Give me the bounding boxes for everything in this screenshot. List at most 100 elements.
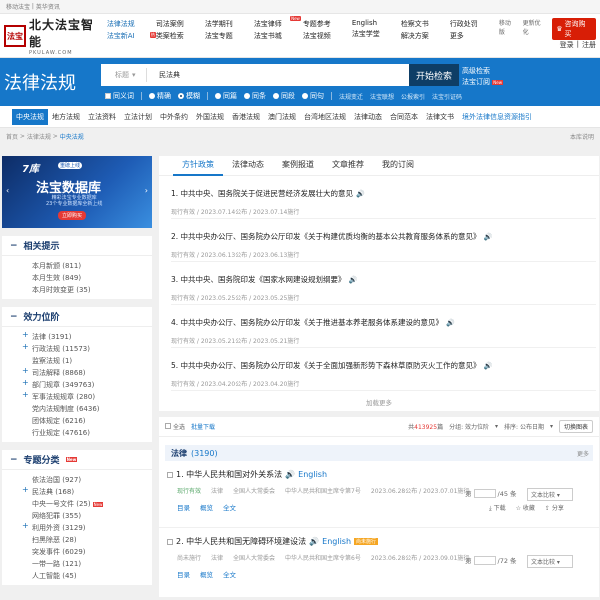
expand-icon[interactable]: +	[22, 330, 29, 339]
advanced-search-link[interactable]: 高级检索	[462, 67, 490, 75]
list-item[interactable]: 团体规定 (6216)	[2, 414, 152, 426]
crumb-central[interactable]: 中央法规	[60, 132, 84, 141]
nav-penalties[interactable]: 行政处罚	[450, 19, 499, 29]
register-link[interactable]: 注册	[582, 40, 596, 50]
tab-subscriptions[interactable]: 我的订阅	[373, 156, 423, 176]
toc-link[interactable]: 目录	[177, 569, 190, 579]
tab-policies[interactable]: 方针政策	[173, 156, 223, 176]
cat-macau[interactable]: 澳门法规	[264, 109, 300, 125]
list-item[interactable]: 扫黑除恶 (28)	[2, 533, 152, 545]
link-gazette[interactable]: 公报索引	[401, 92, 425, 101]
load-more-button[interactable]: 加载更多	[159, 397, 599, 407]
section-title[interactable]: 法律	[171, 448, 187, 459]
crumb-laws[interactable]: 法律法规	[27, 132, 51, 141]
promo-banner[interactable]: ‹ › 7库 重磅上线 法宝数据库 精彩法宝专业数据库 23个专业数据库全新上线…	[2, 156, 152, 228]
synonym-checkbox[interactable]: 同义词	[105, 91, 134, 101]
site-logo[interactable]: 法宝 北大法宝智能 PKULAW.COM	[0, 18, 107, 56]
collapse-icon[interactable]: −	[10, 241, 18, 251]
cat-local[interactable]: 地方法规	[48, 109, 84, 125]
tab-articles[interactable]: 文章推荐	[323, 156, 373, 176]
cat-overseas[interactable]: 境外法律信息资源指引	[458, 109, 536, 125]
link-citation[interactable]: 法宝引证码	[432, 92, 462, 101]
speaker-icon[interactable]: 🔊	[446, 319, 455, 327]
link-association[interactable]: 法宝联想	[370, 92, 394, 101]
search-input[interactable]: 民法典	[147, 70, 180, 80]
fulltext-link[interactable]: 全文	[223, 569, 236, 579]
overview-link[interactable]: 概览	[200, 502, 213, 512]
speaker-icon[interactable]: 🔊	[309, 537, 319, 546]
cat-dynamics[interactable]: 法律动态	[350, 109, 386, 125]
expand-icon[interactable]: +	[22, 366, 29, 375]
nav-reference[interactable]: 专题参考	[303, 19, 352, 29]
nav-journals[interactable]: 法学期刊	[205, 19, 254, 29]
english-link[interactable]: English	[298, 470, 327, 479]
promo-buy-button[interactable]: 立即购买	[58, 211, 87, 220]
same-article-radio[interactable]: 同篇	[215, 91, 237, 101]
list-item[interactable]: + 民法典 (168)	[2, 485, 152, 497]
english-link[interactable]: English	[322, 537, 351, 546]
list-item[interactable]: + 利用外资 (3129)	[2, 521, 152, 533]
section-more-link[interactable]: 更多	[577, 449, 589, 458]
exact-radio[interactable]: 精确	[149, 91, 171, 101]
same-clause-radio[interactable]: 同条	[244, 91, 266, 101]
nav-laws[interactable]: 法律法规	[107, 19, 156, 29]
law-checkbox[interactable]	[167, 538, 173, 545]
nav-cases[interactable]: 司法案例	[156, 19, 205, 29]
cat-documents[interactable]: 法律文书	[422, 109, 458, 125]
download-button[interactable]: ⤓ 下载	[489, 503, 506, 513]
mobile-link[interactable]: 移动法宝	[6, 2, 30, 11]
link-changes[interactable]: 法规变迁	[339, 92, 363, 101]
nav-similar-cases[interactable]: 类案检索	[156, 31, 205, 41]
nav-bookstore[interactable]: 法宝书城	[254, 31, 303, 41]
policy-title[interactable]: 4. 中共中央办公厅、国务院办公厅印发《关于推进基本养老服务体系建设的意见》	[171, 318, 443, 327]
nav-ai[interactable]: 法宝新AI	[107, 31, 156, 41]
cat-central[interactable]: 中央法规	[12, 108, 48, 125]
cat-treaties[interactable]: 中外条约	[156, 109, 192, 125]
list-item[interactable]: 本月新颁 (811)	[2, 259, 152, 271]
nav-solutions[interactable]: 解决方案	[401, 31, 450, 41]
cat-plans[interactable]: 立法计划	[120, 109, 156, 125]
same-para-radio[interactable]: 同段	[273, 91, 295, 101]
list-item[interactable]: 突发事件 (6029)	[2, 545, 152, 557]
expand-icon[interactable]: +	[22, 390, 29, 399]
collapse-icon[interactable]: −	[10, 312, 18, 322]
speaker-icon[interactable]: 🔊	[484, 362, 493, 370]
cat-hk[interactable]: 香港法规	[228, 109, 264, 125]
library-info-link[interactable]: 本库说明	[570, 132, 594, 141]
login-link[interactable]: 登录	[560, 40, 574, 50]
speaker-icon[interactable]: 🔊	[356, 190, 365, 198]
law-title[interactable]: 1. 中华人民共和国对外关系法	[176, 469, 282, 480]
list-item[interactable]: + 司法解释 (8868)	[2, 366, 152, 378]
law-title[interactable]: 2. 中华人民共和国无障碍环境建设法	[176, 536, 306, 547]
search-button[interactable]: 开始检索	[409, 64, 459, 86]
list-item[interactable]: + 部门规章 (349763)	[2, 378, 152, 390]
list-item[interactable]: 人工智能 (45)	[2, 569, 152, 581]
favorite-button[interactable]: ☆ 收藏	[516, 503, 535, 513]
list-item[interactable]: 一带一路 (121)	[2, 557, 152, 569]
search-field-select[interactable]: 标题 ▾	[101, 68, 147, 82]
group-select[interactable]: 分组: 效力位阶	[449, 422, 489, 431]
batch-download-button[interactable]: 批量下载	[191, 422, 215, 431]
same-sentence-radio[interactable]: 同句	[302, 91, 324, 101]
list-item[interactable]: 依法治国 (927)	[2, 473, 152, 485]
fuzzy-radio[interactable]: 模糊	[178, 91, 200, 101]
fulltext-link[interactable]: 全文	[223, 502, 236, 512]
policy-title[interactable]: 1. 中共中央、国务院关于促进民营经济发展壮大的意见	[171, 189, 353, 198]
collapse-icon[interactable]: −	[10, 455, 18, 465]
overview-link[interactable]: 概览	[200, 569, 213, 579]
news-link[interactable]: 英华资讯	[36, 2, 60, 11]
policy-title[interactable]: 3. 中共中央、国务院印发《国家水网建设规划纲要》	[171, 275, 346, 284]
toc-link[interactable]: 目录	[177, 502, 190, 512]
expand-icon[interactable]: +	[22, 378, 29, 387]
cat-foreign[interactable]: 外国法规	[192, 109, 228, 125]
list-item[interactable]: 本月生效 (849)	[2, 271, 152, 283]
expand-icon[interactable]: +	[22, 485, 29, 494]
update-link[interactable]: 更新优化	[523, 18, 547, 36]
subscribe-link[interactable]: 法宝订阅	[462, 78, 490, 86]
speaker-icon[interactable]: 🔊	[285, 470, 295, 479]
list-item[interactable]: + 军事法规规章 (280)	[2, 390, 152, 402]
chevron-right-icon[interactable]: ›	[145, 186, 148, 195]
list-item[interactable]: 党内法规制度 (6436)	[2, 402, 152, 414]
list-item[interactable]: 监察法规 (1)	[2, 354, 152, 366]
policy-title[interactable]: 2. 中共中央办公厅、国务院办公厅印发《关于构建优质均衡的基本公共教育服务体系的…	[171, 232, 481, 241]
